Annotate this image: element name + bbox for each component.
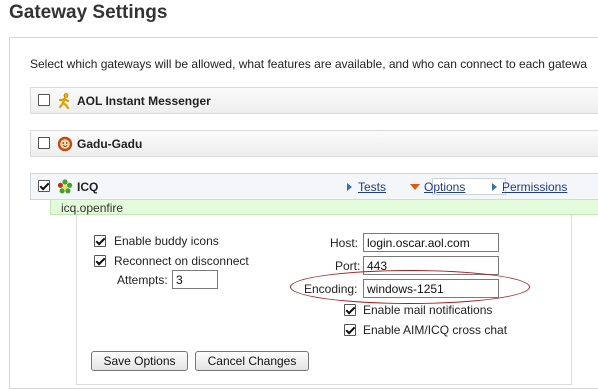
aim-checkbox[interactable]: [38, 94, 50, 106]
enable-buddy-icons-checkbox[interactable]: [94, 235, 106, 247]
host-input[interactable]: [363, 233, 499, 252]
mail-notifications-checkbox[interactable]: [344, 304, 356, 316]
options-link[interactable]: Options: [424, 180, 465, 194]
page-title: Gateway Settings: [9, 2, 168, 23]
gateway-name: ICQ: [77, 180, 99, 194]
save-options-button[interactable]: Save Options: [91, 351, 188, 371]
attempts-input[interactable]: [172, 270, 218, 289]
gateway-name: AOL Instant Messenger: [77, 94, 211, 108]
gateway-name: Gadu-Gadu: [77, 137, 143, 151]
aim-running-man-icon: [58, 93, 70, 109]
intro-text: Select which gateways will be allowed, w…: [30, 57, 587, 71]
gateway-row-aim: AOL Instant Messenger: [30, 87, 598, 114]
aim-cross-chat-label: Enable AIM/ICQ cross chat: [363, 323, 508, 337]
gadu-gadu-checkbox[interactable]: [38, 137, 50, 149]
reconnect-label: Reconnect on disconnect: [114, 254, 249, 268]
tests-arrow-icon: [347, 183, 352, 191]
aim-cross-chat-checkbox[interactable]: [344, 324, 356, 336]
attempts-label: Attempts:: [117, 273, 168, 287]
reconnect-checkbox[interactable]: [94, 255, 106, 267]
mail-notifications-label: Enable mail notifications: [363, 303, 493, 317]
permissions-link[interactable]: Permissions: [502, 180, 567, 194]
icq-jid: icq.openfire: [61, 201, 124, 215]
permissions-arrow-icon: [492, 183, 497, 191]
icq-jid-bar: icq.openfire: [50, 199, 598, 215]
enable-buddy-icons-label: Enable buddy icons: [114, 234, 219, 248]
host-label: Host:: [330, 236, 359, 250]
gateway-row-gadu-gadu: Gadu-Gadu: [30, 130, 598, 157]
icq-checkbox[interactable]: [38, 180, 50, 192]
gateway-row-icq: ICQ Tests Options Permissions: [30, 173, 598, 200]
tests-link[interactable]: Tests: [358, 180, 386, 194]
cancel-changes-button[interactable]: Cancel Changes: [195, 351, 309, 371]
options-arrow-icon: [410, 184, 420, 190]
encoding-highlight-ellipse: [290, 270, 530, 304]
icq-flower-icon: [57, 179, 73, 194]
gadu-gadu-sun-icon: [57, 136, 73, 152]
